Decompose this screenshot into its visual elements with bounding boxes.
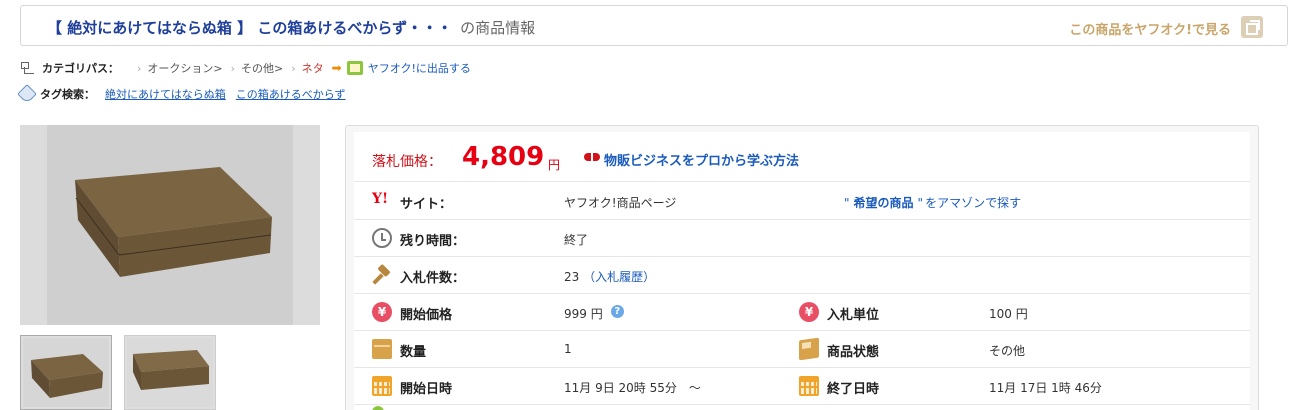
start-price-label: 開始価格 bbox=[400, 308, 453, 323]
breadcrumb-label: カテゴリパス： bbox=[42, 62, 119, 75]
main-product-photo[interactable] bbox=[20, 125, 320, 325]
breadcrumb-item-neta[interactable]: ネタ bbox=[302, 60, 324, 76]
thumbnail-2[interactable] bbox=[124, 335, 216, 410]
chevron-right-icon: › bbox=[291, 61, 296, 75]
item-title: 【 絶対にあけてはならぬ箱 】 この箱あけるべからず・・・ bbox=[47, 19, 453, 37]
calendar-icon bbox=[372, 376, 392, 396]
final-price-label: 落札価格： bbox=[372, 154, 442, 170]
view-on-yahoo-link[interactable]: この商品をヤフオク!で見る bbox=[1069, 19, 1231, 38]
price-unit-row: ¥ 開始価格 999 円? ¥ 入札単位 100 円 bbox=[354, 294, 1250, 331]
start-date-label: 開始日時 bbox=[400, 382, 453, 397]
bid-count-row: 入札件数： 23 （入札履歴） bbox=[354, 257, 1250, 294]
quantity-label: 数量 bbox=[400, 345, 427, 360]
start-price-text: 999 円 bbox=[564, 307, 603, 321]
final-price-row: 落札価格： 4,809 円 物販ビジネスをプロから学ぶ方法 bbox=[354, 132, 1250, 182]
category-tree-icon bbox=[20, 61, 36, 75]
final-price-value: 4,809 bbox=[462, 142, 545, 172]
tag-link[interactable]: 絶対にあけてはならぬ箱 bbox=[105, 86, 226, 102]
wooden-box-image bbox=[20, 125, 320, 325]
page-title: 【 絶対にあけてはならぬ箱 】 この箱あけるべからず・・・ の商品情報 bbox=[47, 17, 535, 38]
chevron-right-icon: › bbox=[230, 61, 236, 75]
bid-unit-label: 入札単位 bbox=[827, 308, 880, 323]
ribbon-icon bbox=[584, 152, 600, 166]
bid-history-link[interactable]: （入札履歴） bbox=[583, 270, 655, 284]
external-link-icon[interactable] bbox=[1241, 16, 1263, 38]
condition-value: その他 bbox=[989, 344, 1026, 358]
time-left-value: 終了 bbox=[564, 233, 589, 247]
start-date-value: 11月 9日 20時 55分 〜 bbox=[564, 381, 701, 395]
dates-row: 開始日時 11月 9日 20時 55分 〜 終了日時 11月 17日 1時 46… bbox=[354, 368, 1250, 405]
yen-icon: ¥ bbox=[372, 302, 392, 322]
end-date-label: 終了日時 bbox=[827, 382, 880, 397]
help-icon[interactable]: ? bbox=[610, 305, 624, 318]
bid-count: 23 bbox=[564, 270, 580, 284]
quantity-row: 数量 1 商品状態 その他 bbox=[354, 331, 1250, 368]
start-price-value: 999 円? bbox=[564, 305, 624, 322]
arrow-right-icon: ➡ bbox=[331, 61, 342, 75]
auction-info-panel: 落札価格： 4,809 円 物販ビジネスをプロから学ぶ方法 Y! サイト： ヤフ… bbox=[345, 125, 1259, 410]
sell-on-yahoo-link[interactable]: ヤフオク!に出品する bbox=[368, 60, 471, 76]
yahoo-item-page-link[interactable]: ヤフオク!商品ページ bbox=[564, 194, 676, 211]
quote-open: " bbox=[844, 196, 850, 210]
tag-link[interactable]: この箱あけるべからず bbox=[236, 86, 346, 102]
condition-label: 商品状態 bbox=[827, 345, 880, 360]
amazon-search-link[interactable]: " 希望の商品 " をアマゾンで探す bbox=[844, 194, 1021, 211]
time-left-label: 残り時間： bbox=[400, 234, 466, 249]
amazon-suffix: をアマゾンで探す bbox=[925, 196, 1022, 210]
price-unit: 円 bbox=[548, 158, 561, 172]
bid-count-label: 入札件数： bbox=[400, 271, 466, 286]
bid-unit-value: 100 円 bbox=[989, 307, 1028, 321]
breadcrumb-item-auction[interactable]: オークション> bbox=[147, 60, 222, 76]
thumbnail-1[interactable] bbox=[20, 335, 112, 410]
breadcrumb: カテゴリパス： › オークション> › その他> › ネタ ➡ ヤフオク!に出品… bbox=[20, 60, 471, 76]
open-box-icon bbox=[799, 337, 819, 361]
calendar-icon bbox=[799, 376, 819, 396]
quantity-value: 1 bbox=[564, 342, 572, 356]
site-label: サイト： bbox=[400, 197, 453, 212]
business-learning-link[interactable]: 物販ビジネスをプロから学ぶ方法 bbox=[604, 150, 799, 169]
box-icon bbox=[372, 339, 392, 359]
bid-count-value: 23 （入札履歴） bbox=[564, 268, 655, 285]
tag-search: タグ検索： 絶対にあけてはならぬ箱 この箱あけるべからず bbox=[17, 84, 356, 104]
yen-icon: ¥ bbox=[799, 302, 819, 322]
thumbnail-box-image bbox=[23, 338, 109, 407]
time-left-row: 残り時間： 終了 bbox=[354, 220, 1250, 257]
thumbnail-box-image bbox=[127, 338, 213, 407]
page-header: 【 絶対にあけてはならぬ箱 】 この箱あけるべからず・・・ の商品情報 この商品を… bbox=[20, 5, 1288, 46]
tag-icon bbox=[17, 84, 37, 104]
yahoo-y-icon: Y! bbox=[372, 191, 389, 207]
amazon-keyword: 希望の商品 bbox=[853, 196, 914, 210]
title-suffix: の商品情報 bbox=[460, 19, 536, 37]
breadcrumb-item-other[interactable]: その他> bbox=[241, 60, 283, 76]
quote-close: " bbox=[917, 196, 924, 210]
site-row: Y! サイト： ヤフオク!商品ページ " 希望の商品 " をアマゾンで探す bbox=[354, 183, 1250, 220]
gavel-icon bbox=[372, 265, 392, 285]
clock-icon bbox=[372, 228, 392, 248]
tag-search-label: タグ検索： bbox=[40, 88, 95, 101]
chevron-right-icon: › bbox=[137, 61, 142, 75]
location-pin-icon bbox=[372, 406, 384, 410]
end-date-value: 11月 17日 1時 46分 bbox=[989, 381, 1102, 395]
sell-box-icon bbox=[346, 61, 363, 75]
